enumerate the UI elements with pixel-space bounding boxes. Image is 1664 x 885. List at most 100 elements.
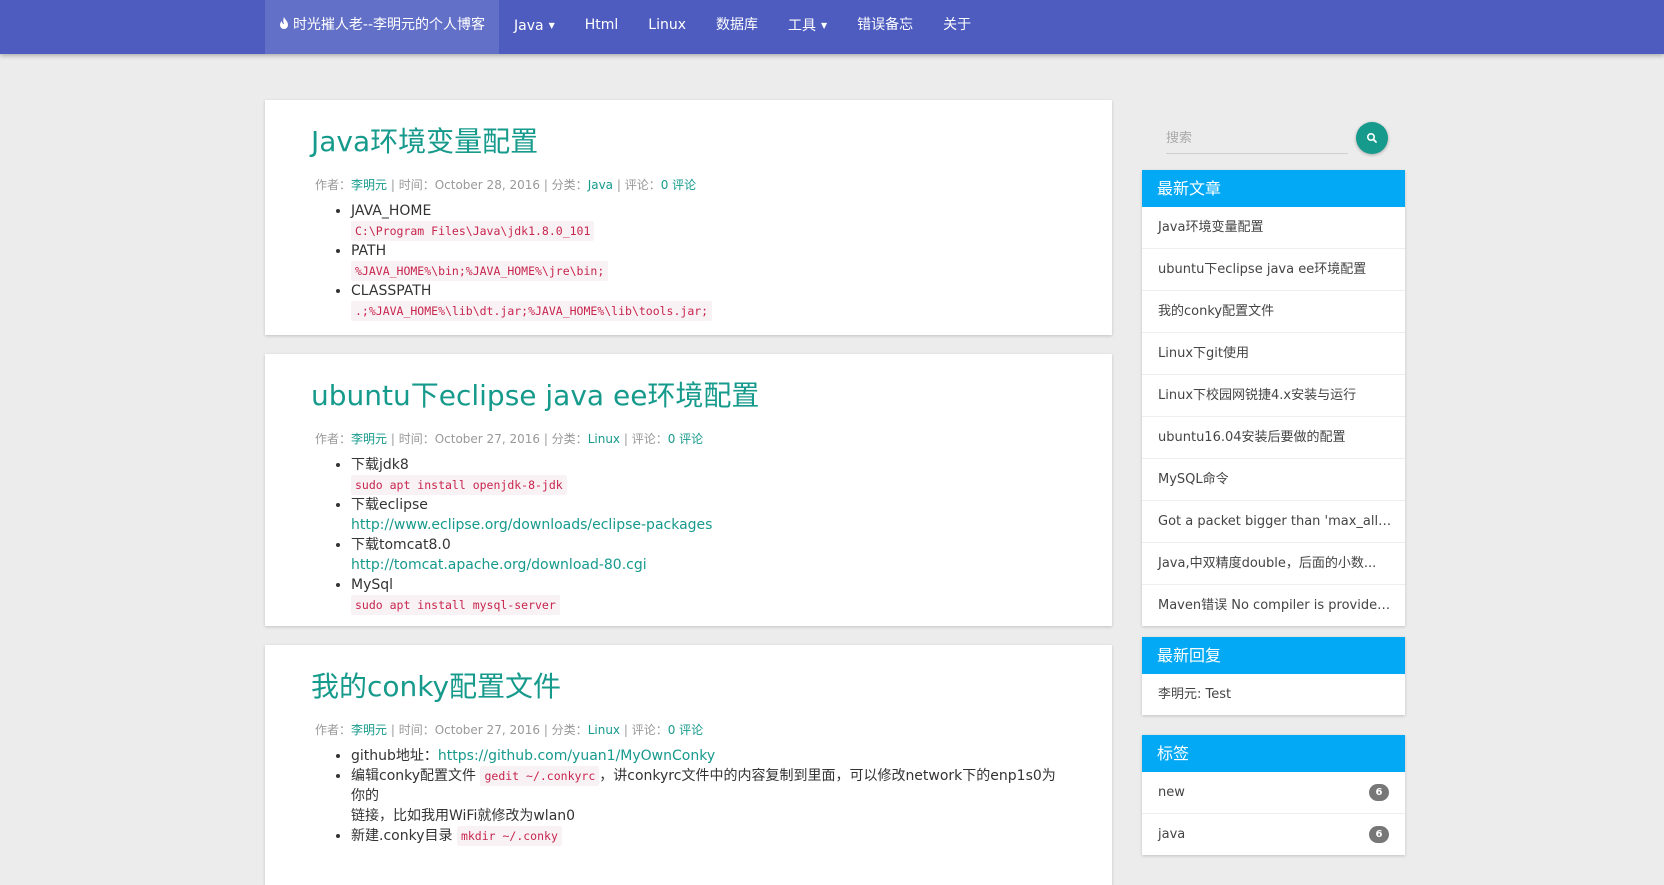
list-item-text: 编辑conky配置文件 xyxy=(351,768,481,784)
flame-icon xyxy=(279,0,289,51)
tag-item[interactable]: java 6 xyxy=(1142,814,1405,855)
comments-link[interactable]: 0 评论 xyxy=(668,723,703,737)
comments-link[interactable]: 0 评论 xyxy=(668,432,703,446)
list-item-text: JAVA_HOME xyxy=(351,203,432,219)
nav-item-java[interactable]: Java ▼ xyxy=(499,0,570,54)
recent-post-link[interactable]: Java,中双精度double，后面的小数... xyxy=(1142,543,1405,585)
meta-label: | 时间： xyxy=(387,723,435,737)
post-content-list: JAVA_HOME C:\Program Files\Java\jdk1.8.0_… xyxy=(311,201,1066,321)
search-input[interactable] xyxy=(1166,124,1348,154)
nav-item-errors[interactable]: 错误备忘 xyxy=(842,0,928,54)
meta-label: | 评论： xyxy=(620,432,668,446)
code-snippet: gedit ~/.conkyrc xyxy=(480,766,600,786)
post-title-link[interactable]: 我的conky配置文件 xyxy=(311,667,1066,707)
recent-post-link[interactable]: ubuntu16.04安装后要做的配置 xyxy=(1142,417,1405,459)
post-card: 我的conky配置文件 作者：李明元 | 时间：October 27, 2016… xyxy=(265,645,1112,885)
nav-item-label: Linux xyxy=(648,17,687,33)
nav-item-database[interactable]: 数据库 xyxy=(701,0,773,54)
meta-label: | 评论： xyxy=(620,723,668,737)
post-title-link[interactable]: Java环境变量配置 xyxy=(311,122,1066,162)
post-date: October 28, 2016 xyxy=(434,178,540,192)
meta-label: 作者： xyxy=(315,432,352,446)
nav-item-about[interactable]: 关于 xyxy=(928,0,986,54)
recent-post-link[interactable]: 我的conky配置文件 xyxy=(1142,291,1405,333)
recent-post-link[interactable]: Maven错误 No compiler is provided... xyxy=(1142,585,1405,626)
download-link[interactable]: http://www.eclipse.org/downloads/eclipse… xyxy=(351,517,712,533)
post-date: October 27, 2016 xyxy=(434,723,540,737)
list-item-text: CLASSPATH xyxy=(351,283,432,299)
meta-label: | 时间： xyxy=(387,178,435,192)
nav-item-tools[interactable]: 工具 ▼ xyxy=(773,0,842,54)
caret-down-icon: ▼ xyxy=(548,21,555,30)
recent-post-link[interactable]: Java环境变量配置 xyxy=(1142,207,1405,249)
download-link[interactable]: http://tomcat.apache.org/download-80.cgi xyxy=(351,557,647,573)
recent-post-link[interactable]: Got a packet bigger than 'max_allow... xyxy=(1142,501,1405,543)
list-item-text: 下载tomcat8.0 xyxy=(351,537,451,553)
nav-item-label: 工具 xyxy=(788,18,817,34)
list-item-text: github地址： xyxy=(351,748,438,764)
meta-label: | 时间： xyxy=(387,432,435,446)
post-title-link[interactable]: ubuntu下eclipse java ee环境配置 xyxy=(311,376,1066,416)
recent-post-link[interactable]: Linux下git使用 xyxy=(1142,333,1405,375)
list-item-text: 下载jdk8 xyxy=(351,457,409,473)
category-link[interactable]: Java xyxy=(588,178,613,192)
meta-label: | 分类： xyxy=(540,432,588,446)
list-item: PATH %JAVA_HOME%\bin;%JAVA_HOME%\jre\bin; xyxy=(351,241,1066,281)
post-date: October 27, 2016 xyxy=(434,432,540,446)
nav-item-html[interactable]: Html xyxy=(570,0,634,54)
code-snippet: .;%JAVA_HOME%\lib\dt.jar;%JAVA_HOME%\lib… xyxy=(351,301,713,321)
post-meta: 作者：李明元 | 时间：October 27, 2016 | 分类：Linux … xyxy=(315,721,1066,738)
list-item-text: 新建.conky目录 xyxy=(351,828,457,844)
github-link[interactable]: https://github.com/yuan1/MyOwnConky xyxy=(438,748,715,764)
list-item: MySql sudo apt install mysql-server xyxy=(351,575,1066,615)
list-item: 下载eclipse http://www.eclipse.org/download… xyxy=(351,495,1066,535)
nav-item-label: Html xyxy=(584,17,619,33)
nav-item-label: 数据库 xyxy=(716,17,759,33)
list-item-text: 下载eclipse xyxy=(351,497,428,513)
brand-label: 时光摧人老--李明元的个人博客 xyxy=(292,17,486,33)
caret-down-icon: ▼ xyxy=(821,21,828,30)
list-item: CLASSPATH .;%JAVA_HOME%\lib\dt.jar;%JAVA_… xyxy=(351,281,1066,321)
code-snippet: C:\Program Files\Java\jdk1.8.0_101 xyxy=(351,221,595,241)
comments-link[interactable]: 0 评论 xyxy=(661,178,696,192)
list-item: 下载tomcat8.0 http://tomcat.apache.org/down… xyxy=(351,535,1066,575)
post-content-list: 下载jdk8 sudo apt install openjdk-8-jdk 下载e… xyxy=(311,455,1066,615)
recent-reply-link[interactable]: 李明元: Test xyxy=(1142,674,1405,715)
search-icon xyxy=(1367,133,1377,143)
recent-replies-panel: 最新回复 李明元: Test xyxy=(1142,637,1405,715)
nav-item-label: 关于 xyxy=(943,17,972,33)
tag-count-badge: 6 xyxy=(1369,784,1389,801)
post-card: Java环境变量配置 作者：李明元 | 时间：October 28, 2016 … xyxy=(265,100,1112,335)
author-link[interactable]: 李明元 xyxy=(351,432,387,446)
blog-brand-link[interactable]: 时光摧人老--李明元的个人博客 xyxy=(265,0,499,54)
tag-count-badge: 6 xyxy=(1369,826,1389,843)
list-item: github地址：https://github.com/yuan1/MyOwnC… xyxy=(351,746,1066,766)
post-content-list: github地址：https://github.com/yuan1/MyOwnC… xyxy=(311,746,1066,846)
tags-panel: 标签 new 6 java 6 xyxy=(1142,735,1405,855)
panel-title: 最新回复 xyxy=(1142,637,1405,674)
list-item: 编辑conky配置文件 gedit ~/.conkyrc，讲conkyrc文件中… xyxy=(351,766,1066,826)
nav-item-linux[interactable]: Linux xyxy=(633,0,701,54)
meta-label: | 分类： xyxy=(540,723,588,737)
meta-label: | 分类： xyxy=(540,178,588,192)
recent-post-link[interactable]: ubuntu下eclipse java ee环境配置 xyxy=(1142,249,1405,291)
category-link[interactable]: Linux xyxy=(588,432,620,446)
list-item-text: 链接，比如我用WiFi就修改为wlan0 xyxy=(351,808,576,824)
recent-post-link[interactable]: Linux下校园网锐捷4.x安装与运行 xyxy=(1142,375,1405,417)
search-button[interactable] xyxy=(1356,122,1388,154)
recent-post-link[interactable]: MySQL命令 xyxy=(1142,459,1405,501)
nav-menu: Java ▼ Html Linux 数据库 工具 ▼ 错误备忘 关于 xyxy=(499,0,986,54)
nav-item-label: 错误备忘 xyxy=(857,17,914,33)
meta-label: 作者： xyxy=(315,723,352,737)
recent-posts-panel: 最新文章 Java环境变量配置 ubuntu下eclipse java ee环境… xyxy=(1142,170,1405,626)
panel-title: 最新文章 xyxy=(1142,170,1405,207)
tag-name: new xyxy=(1158,785,1185,800)
author-link[interactable]: 李明元 xyxy=(351,723,387,737)
post-meta: 作者：李明元 | 时间：October 27, 2016 | 分类：Linux … xyxy=(315,430,1066,447)
author-link[interactable]: 李明元 xyxy=(351,178,387,192)
post-card: ubuntu下eclipse java ee环境配置 作者：李明元 | 时间：O… xyxy=(265,354,1112,626)
tag-item[interactable]: new 6 xyxy=(1142,772,1405,814)
meta-label: | 评论： xyxy=(613,178,661,192)
category-link[interactable]: Linux xyxy=(588,723,620,737)
code-snippet: sudo apt install openjdk-8-jdk xyxy=(351,475,567,495)
